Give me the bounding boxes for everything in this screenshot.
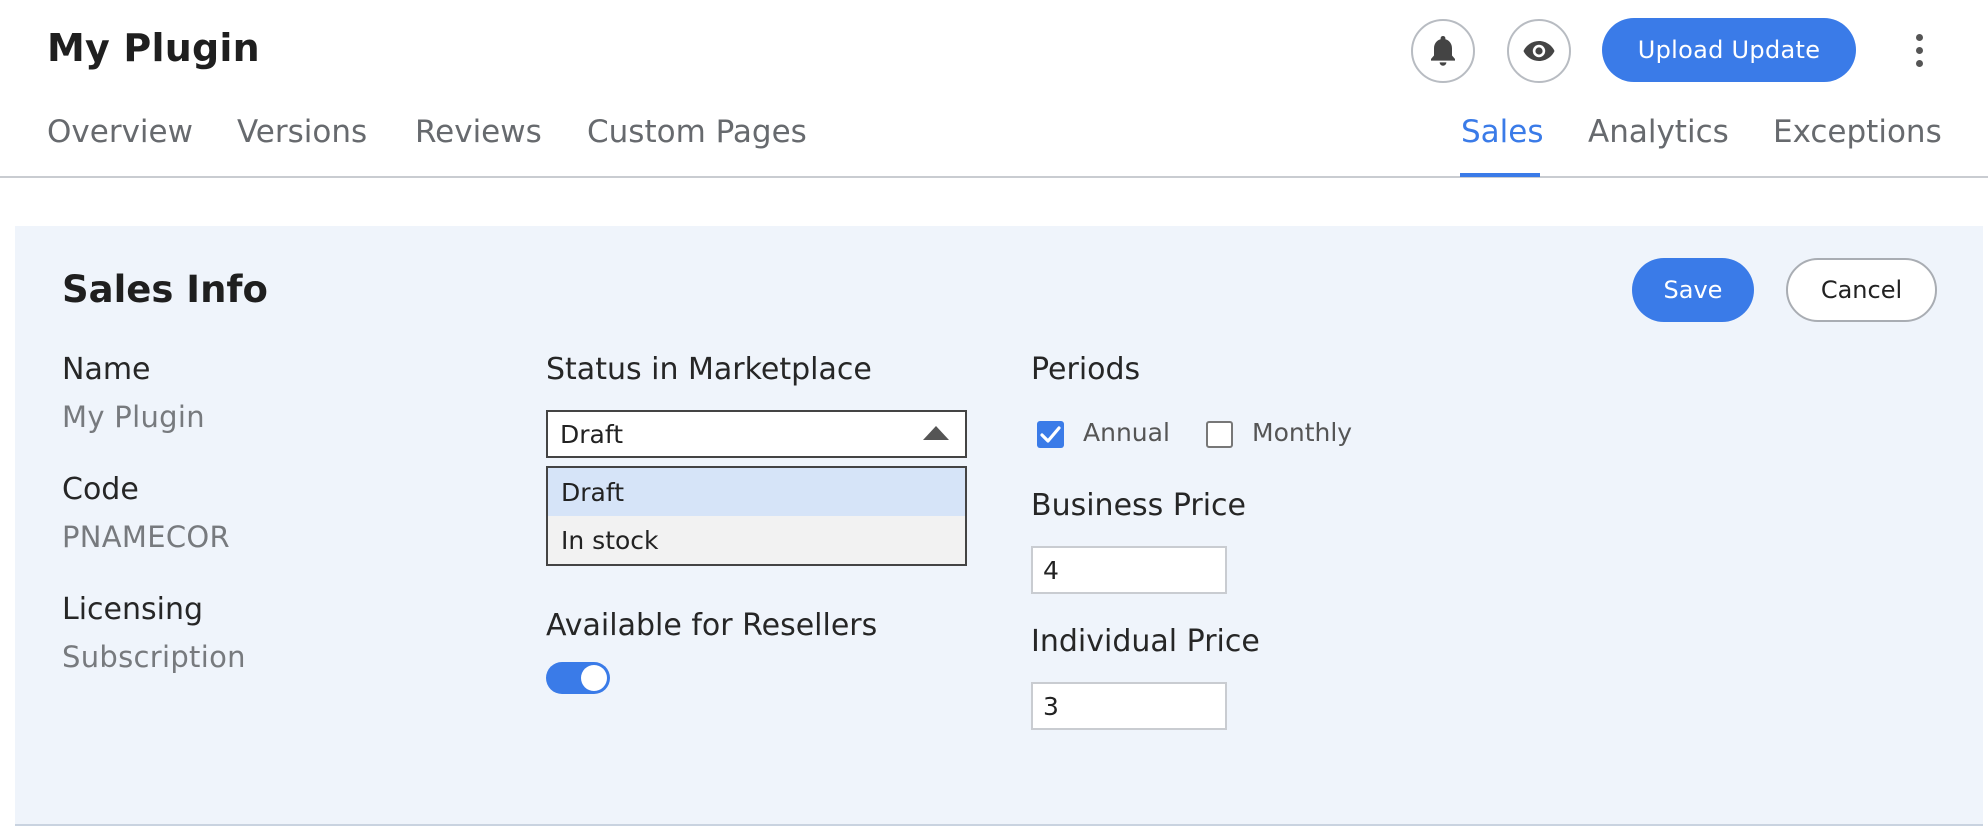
- caret-up-icon: [923, 426, 949, 440]
- tab-sales[interactable]: Sales: [1461, 114, 1544, 150]
- upload-update-button[interactable]: Upload Update: [1602, 18, 1856, 82]
- business-price-label: Business Price: [1031, 488, 1247, 523]
- tab-analytics[interactable]: Analytics: [1588, 114, 1729, 150]
- periods-label: Periods: [1031, 352, 1141, 387]
- individual-price-label: Individual Price: [1031, 624, 1260, 659]
- panel-divider: [15, 824, 1983, 826]
- page-title: My Plugin: [47, 26, 260, 70]
- status-dropdown-list: Draft In stock: [546, 466, 967, 566]
- code-label: Code: [62, 472, 139, 507]
- licensing-label: Licensing: [62, 592, 204, 627]
- kebab-menu-icon[interactable]: [1902, 24, 1936, 76]
- tab-overview[interactable]: Overview: [47, 114, 193, 150]
- name-value: My Plugin: [62, 400, 205, 434]
- app-header: My Plugin Upload Update Overview Version…: [0, 0, 1988, 178]
- status-option-draft[interactable]: Draft: [548, 468, 965, 516]
- monthly-label: Monthly: [1252, 418, 1353, 447]
- status-select-value: Draft: [560, 420, 624, 449]
- tab-exceptions[interactable]: Exceptions: [1773, 114, 1942, 150]
- tab-reviews[interactable]: Reviews: [415, 114, 542, 150]
- bell-icon: [1431, 36, 1455, 66]
- annual-label: Annual: [1083, 418, 1170, 447]
- name-label: Name: [62, 352, 151, 387]
- notifications-button[interactable]: [1411, 19, 1475, 83]
- toggle-knob: [581, 665, 607, 691]
- business-price-input[interactable]: 4: [1031, 546, 1227, 594]
- active-tab-indicator: [1460, 173, 1540, 177]
- section-title: Sales Info: [62, 268, 268, 311]
- eye-icon: [1523, 41, 1555, 61]
- individual-price-input[interactable]: 3: [1031, 682, 1227, 730]
- licensing-value: Subscription: [62, 640, 246, 674]
- resellers-toggle[interactable]: [546, 662, 610, 694]
- cancel-button[interactable]: Cancel: [1786, 258, 1937, 322]
- checkmark-icon: [1040, 426, 1061, 443]
- preview-button[interactable]: [1507, 19, 1571, 83]
- resellers-label: Available for Resellers: [546, 608, 878, 643]
- status-label: Status in Marketplace: [546, 352, 872, 387]
- save-button[interactable]: Save: [1632, 258, 1754, 322]
- status-select[interactable]: Draft: [546, 410, 967, 458]
- code-value: PNAMECOR: [62, 520, 230, 554]
- tab-custom-pages[interactable]: Custom Pages: [587, 114, 807, 150]
- annual-checkbox[interactable]: [1037, 421, 1064, 448]
- tab-versions[interactable]: Versions: [237, 114, 367, 150]
- status-option-in-stock[interactable]: In stock: [548, 516, 965, 564]
- monthly-checkbox[interactable]: [1206, 421, 1233, 448]
